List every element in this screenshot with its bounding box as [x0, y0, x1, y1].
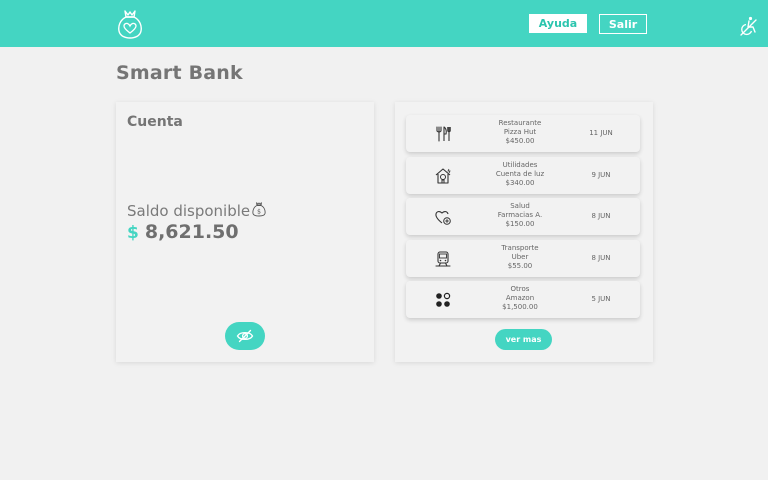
account-card: Cuenta Saldo disponible $ $8,621.50 [116, 102, 374, 362]
transaction-date: 11 JUN [589, 129, 613, 137]
transaction-date: 9 JUN [591, 171, 611, 179]
transaction-amount: $150.00 [505, 220, 535, 228]
see-more-button[interactable]: ver mas [495, 329, 552, 350]
svg-text:$: $ [257, 209, 261, 216]
transaction-category: Otros [510, 285, 530, 293]
balance-label: Saldo disponible [127, 202, 251, 220]
transaction-item[interactable]: Otros Amazon $1,500.00 5 JUN [406, 281, 640, 318]
transaction-details: Transporte Uber $55.00 [479, 244, 561, 271]
transaction-item[interactable]: Salud Farmacias A. $150.00 8 JUN [406, 198, 640, 235]
transaction-category: Utilidades [502, 161, 538, 169]
transaction-date: 5 JUN [591, 295, 611, 303]
top-bar: Ayuda Salir [0, 0, 768, 47]
transaction-details: Salud Farmacias A. $150.00 [479, 202, 561, 229]
train-icon [435, 251, 451, 267]
balance-value: 8,621.50 [144, 221, 239, 243]
transaction-date: 8 JUN [591, 212, 611, 220]
transaction-category: Restaurante [498, 119, 542, 127]
currency-symbol: $ [127, 223, 139, 243]
money-bag-heart-icon[interactable] [117, 9, 143, 39]
transaction-amount: $450.00 [505, 137, 535, 145]
transaction-item[interactable]: Restaurante Pizza Hut $450.00 11 JUN [406, 115, 640, 152]
help-button[interactable]: Ayuda [529, 14, 587, 33]
transaction-merchant: Cuenta de luz [495, 170, 545, 178]
transaction-item[interactable]: Transporte Uber $55.00 8 JUN [406, 240, 640, 277]
transaction-details: Restaurante Pizza Hut $450.00 [479, 119, 561, 146]
transaction-amount: $55.00 [507, 262, 533, 270]
money-bag-icon: $ [252, 202, 266, 217]
page-title: Smart Bank [116, 62, 243, 84]
transaction-details: Utilidades Cuenta de luz $340.00 [479, 161, 561, 188]
transaction-merchant: Uber [511, 253, 529, 261]
utility-house-icon [435, 168, 451, 184]
transaction-merchant: Amazon [505, 294, 535, 302]
balance-label-row: Saldo disponible $ [127, 202, 267, 220]
wheelchair-icon[interactable] [738, 16, 758, 36]
transaction-amount: $340.00 [505, 179, 535, 187]
restaurant-icon [436, 126, 451, 142]
toggle-balance-button[interactable] [225, 322, 265, 350]
balance-amount: $8,621.50 [127, 221, 239, 243]
health-heart-icon [435, 211, 451, 225]
transactions-card: Restaurante Pizza Hut $450.00 11 JUN Uti… [395, 102, 653, 362]
other-dots-icon [436, 292, 451, 307]
transaction-amount: $1,500.00 [502, 303, 538, 311]
exit-button[interactable]: Salir [599, 14, 647, 34]
account-card-title: Cuenta [127, 114, 183, 130]
transaction-category: Transporte [501, 244, 539, 252]
transaction-date: 8 JUN [591, 254, 611, 262]
transaction-merchant: Farmacias A. [497, 211, 543, 219]
transaction-details: Otros Amazon $1,500.00 [479, 285, 561, 312]
transaction-category: Salud [510, 202, 530, 210]
eye-slash-icon [236, 329, 254, 343]
transaction-merchant: Pizza Hut [503, 128, 537, 136]
transaction-item[interactable]: Utilidades Cuenta de luz $340.00 9 JUN [406, 157, 640, 194]
